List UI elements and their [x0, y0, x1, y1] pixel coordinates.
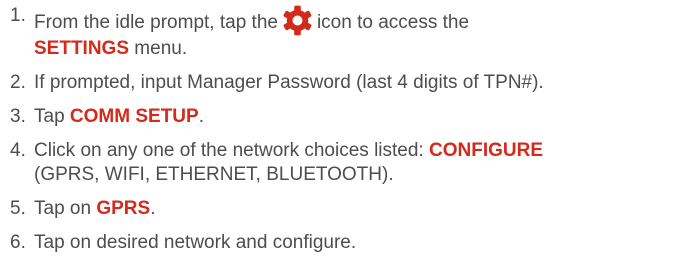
- step-text: menu.: [134, 38, 188, 59]
- step-number: 6.: [10, 232, 26, 253]
- step-text: If prompted, input Manager Password (las…: [34, 72, 544, 93]
- step-number: 3.: [10, 106, 26, 127]
- gear-icon: [281, 4, 314, 37]
- step-text: (GPRS, WIFI, ETHERNET, BLUETOOTH).: [34, 164, 394, 185]
- step-text: Click on any one of the network choices …: [34, 140, 424, 161]
- step-2: 2. If prompted, input Manager Password (l…: [10, 71, 685, 95]
- step-text: From the idle prompt, tap the: [34, 12, 278, 33]
- gprs-label: GPRS: [96, 198, 151, 219]
- step-4: 4. Click on any one of the network choice…: [10, 139, 685, 187]
- step-5: 5. Tap on GPRS.: [10, 197, 685, 221]
- step-number: 2.: [10, 72, 26, 93]
- step-number: 5.: [10, 198, 26, 219]
- step-text: .: [198, 106, 204, 127]
- step-3: 3. Tap COMM SETUP.: [10, 105, 685, 129]
- comm-setup-label: COMM SETUP: [69, 106, 199, 127]
- step-text: Tap: [34, 106, 65, 127]
- configure-label: CONFIGURE: [429, 140, 543, 161]
- settings-menu-label: SETTINGS: [34, 38, 130, 59]
- step-text: icon to access the: [316, 12, 470, 33]
- step-6: 6. Tap on desired network and configure.: [10, 231, 685, 255]
- instruction-document: 1. From the idle prompt, tap the icon to a…: [0, 0, 689, 280]
- step-text: Tap on: [34, 198, 92, 219]
- step-text: Tap on desired network and configure.: [34, 232, 357, 253]
- step-number: 4.: [10, 140, 26, 161]
- step-1: 1. From the idle prompt, tap the icon to a…: [10, 4, 685, 61]
- step-text: .: [150, 198, 156, 219]
- steps-list: 1. From the idle prompt, tap the icon to a…: [10, 4, 685, 265]
- step-number: 1.: [10, 5, 26, 26]
